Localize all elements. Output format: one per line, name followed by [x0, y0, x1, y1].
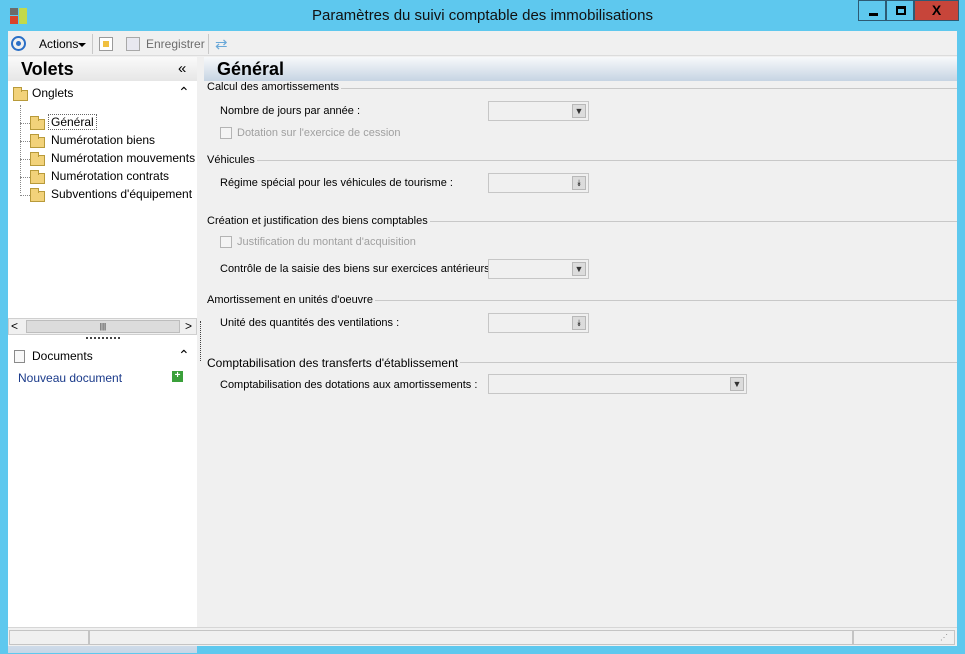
main-content: Général Calcul des amortissements Nombre… [204, 57, 957, 627]
dotations-label: Comptabilisation des dotations aux amort… [220, 379, 478, 391]
target-icon[interactable] [11, 36, 26, 51]
group-title-transferts: Comptabilisation des transferts d'établi… [207, 356, 461, 370]
document-icon [14, 350, 25, 363]
chevron-down-icon[interactable]: ▼ [572, 104, 586, 118]
controle-label: Contrôle de la saisie des biens sur exer… [220, 263, 496, 275]
onglets-section-header[interactable]: Onglets ⌃ [8, 82, 197, 104]
panel-header: Volets « [8, 57, 197, 81]
splitter-grip[interactable] [86, 337, 120, 340]
onglets-label: Onglets [32, 86, 74, 100]
status-bar: ⋰ [8, 627, 957, 646]
side-panel: Volets « Onglets ⌃ Général Numérotation … [8, 57, 197, 653]
chevron-down-icon[interactable] [78, 43, 86, 47]
tree-item-numerotation-contrats[interactable]: Numérotation contrats [8, 168, 197, 186]
tree-item-label: Numérotation biens [51, 133, 156, 147]
horizontal-scrollbar[interactable]: < ||| > [8, 318, 197, 335]
chevron-double-down-icon[interactable]: ⯯ [572, 316, 586, 330]
content-header: Général [204, 57, 957, 81]
regime-combo[interactable]: ⯯ [488, 173, 589, 193]
group-title-vehicules: Véhicules [207, 154, 257, 166]
group-divider [207, 160, 957, 161]
maximize-icon [896, 6, 906, 15]
justification-checkbox[interactable] [220, 236, 232, 248]
chevron-up-icon[interactable]: ⌃ [178, 347, 190, 364]
scroll-left-icon[interactable]: < [11, 319, 18, 333]
justification-label: Justification du montant d'acquisition [237, 236, 416, 248]
chevron-down-icon[interactable]: ▼ [730, 377, 744, 391]
documents-section-header[interactable]: Documents ⌃ [8, 345, 197, 367]
collapse-panel-button[interactable]: « [178, 60, 186, 77]
close-icon: X [931, 2, 942, 18]
tree-item-label: Subventions d'équipement [51, 187, 193, 201]
folder-icon [30, 188, 45, 202]
dotation-checkbox[interactable] [220, 127, 232, 139]
tree-item-label: Numérotation mouvements [51, 151, 196, 165]
application-window: Paramètres du suivi comptable des immobi… [0, 0, 965, 654]
new-document-link[interactable]: Nouveau document [18, 371, 122, 385]
jours-label: Nombre de jours par année : [220, 105, 361, 117]
group-title-unites: Amortissement en unités d'oeuvre [207, 294, 375, 306]
actions-menu-button[interactable]: Actions [39, 37, 78, 51]
chevron-down-icon[interactable]: ▼ [572, 262, 586, 276]
toolbar: Actions Enregistrer ⇄ [8, 31, 957, 56]
minimize-icon [869, 13, 878, 16]
tree-item-numerotation-biens[interactable]: Numérotation biens [8, 132, 197, 150]
tabs-tree: Général Numérotation biens Numérotation … [8, 105, 197, 315]
documents-label: Documents [32, 349, 93, 363]
window-title: Paramètres du suivi comptable des immobi… [312, 7, 653, 24]
scroll-thumb[interactable]: ||| [26, 320, 180, 333]
refresh-icon[interactable]: ⇄ [215, 35, 228, 53]
regime-label: Régime spécial pour les véhicules de tou… [220, 177, 453, 189]
vertical-splitter[interactable] [200, 321, 201, 361]
dotations-combo[interactable]: ▼ [488, 374, 747, 394]
tree-item-subventions[interactable]: Subventions d'équipement [8, 186, 197, 204]
chevron-up-icon[interactable]: ⌃ [178, 84, 190, 101]
scroll-right-icon[interactable]: > [185, 319, 192, 333]
chevron-double-down-icon[interactable]: ⯯ [572, 176, 586, 190]
dotation-label: Dotation sur l'exercice de cession [237, 127, 401, 139]
page-title: Général [217, 59, 285, 79]
quantites-label: Unité des quantités des ventilations : [220, 317, 400, 329]
tree-item-numerotation-mouvements[interactable]: Numérotation mouvements [8, 150, 197, 168]
maximize-button[interactable] [886, 0, 914, 21]
toolbar-separator [208, 34, 209, 54]
new-document-icon[interactable] [99, 37, 113, 51]
folder-icon [30, 152, 45, 166]
panel-title: Volets [21, 59, 74, 79]
group-title-calcul: Calcul des amortissements [207, 81, 342, 93]
controle-combo[interactable]: ▼ [488, 259, 589, 279]
plus-icon[interactable]: + [172, 371, 183, 382]
tree-item-label: Numérotation contrats [51, 169, 170, 183]
save-icon[interactable] [126, 37, 140, 51]
client-area: Actions Enregistrer ⇄ Volets « Onglets ⌃ [8, 31, 957, 653]
folder-icon [13, 87, 28, 101]
status-cell [9, 630, 89, 645]
minimize-button[interactable] [858, 0, 886, 21]
title-bar[interactable]: Paramètres du suivi comptable des immobi… [0, 0, 965, 31]
tree-item-general[interactable]: Général [8, 114, 197, 132]
group-title-creation: Création et justification des biens comp… [207, 215, 430, 227]
folder-icon [30, 170, 45, 184]
folder-icon [30, 134, 45, 148]
save-button[interactable]: Enregistrer [146, 37, 205, 51]
quantites-combo[interactable]: ⯯ [488, 313, 589, 333]
close-button[interactable]: X [914, 0, 959, 21]
toolbar-separator [92, 34, 93, 54]
status-cell [89, 630, 853, 645]
resize-grip-icon[interactable]: ⋰ [940, 634, 950, 644]
tree-item-label: Général [48, 114, 97, 130]
open-folder-icon [30, 116, 45, 130]
jours-combo[interactable]: ▼ [488, 101, 589, 121]
